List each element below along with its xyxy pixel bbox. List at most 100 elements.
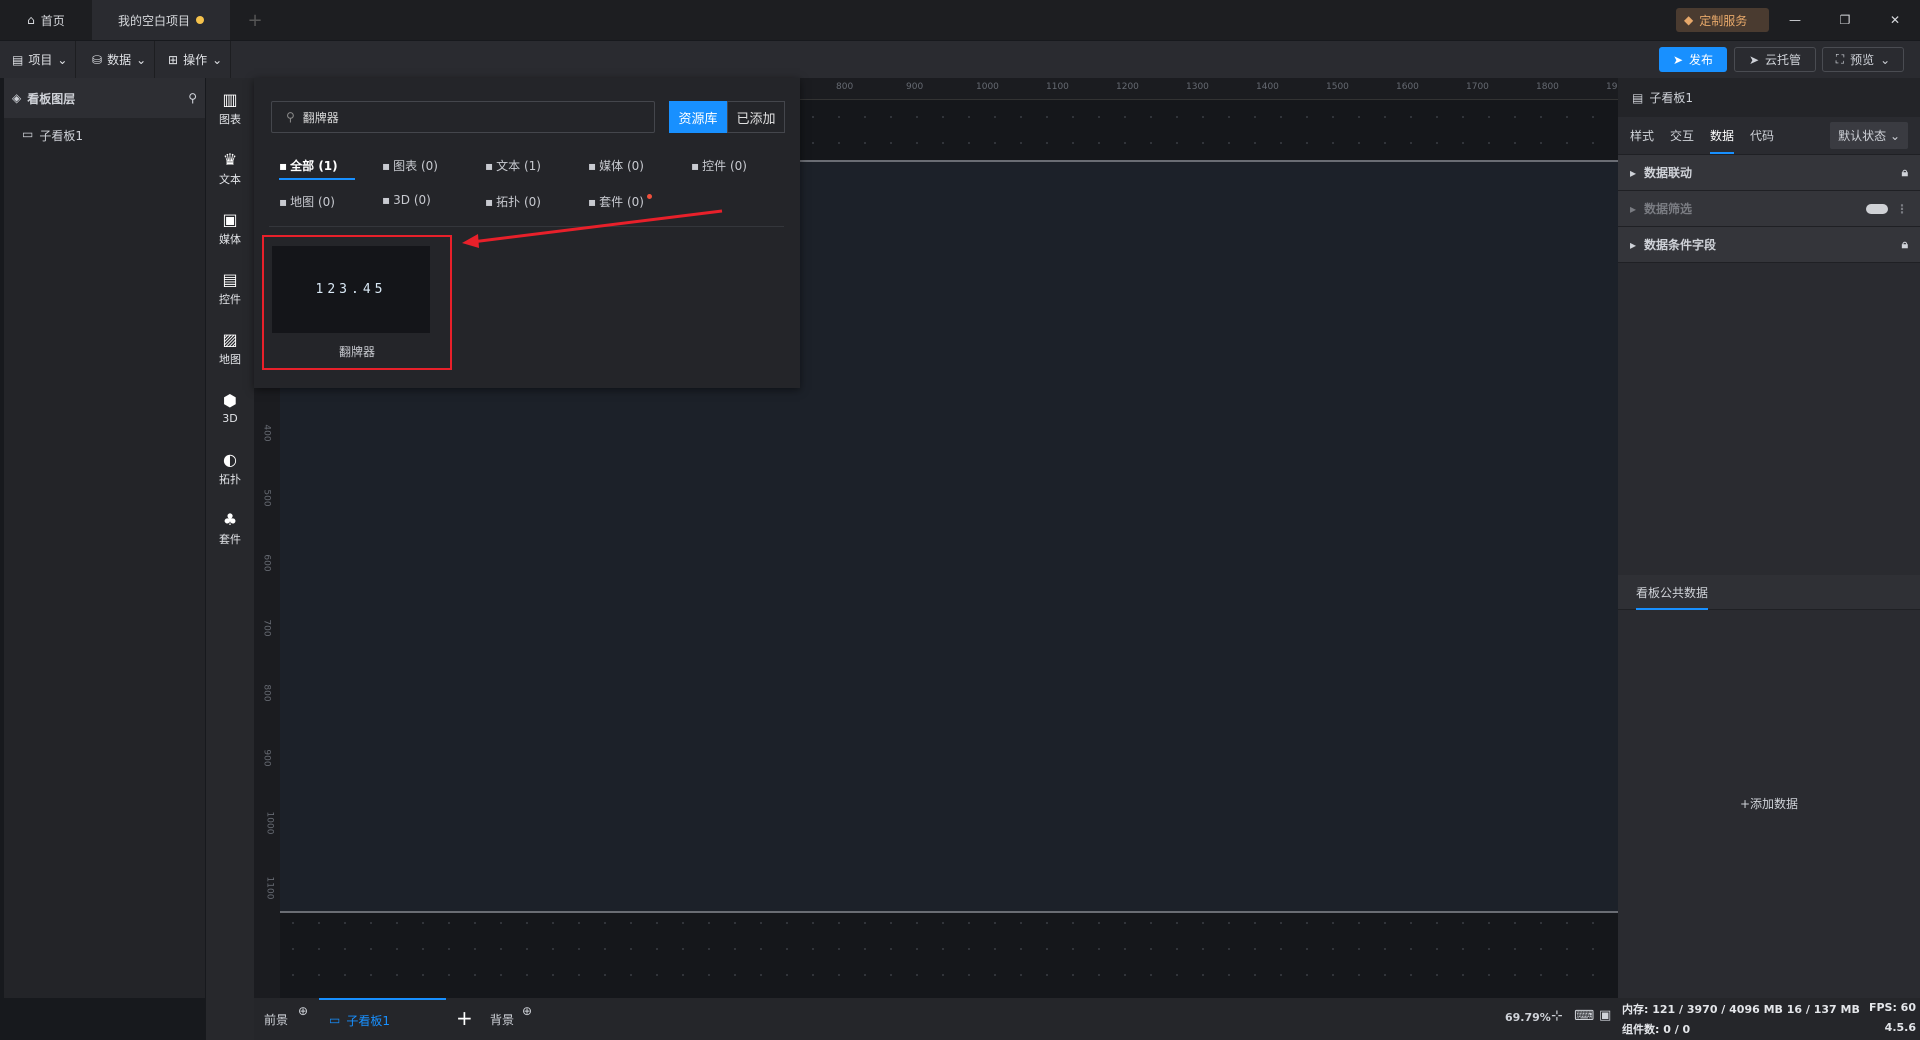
custom-service-button[interactable]: ◆ 定制服务 [1676, 8, 1769, 32]
zoom-level[interactable]: 69.79% [1505, 1011, 1551, 1024]
board-tab-label: 子看板1 [346, 1013, 390, 1028]
ruler-tick-label: 900 [906, 82, 924, 92]
cloud-host-button[interactable]: ➤ 云托管 [1734, 47, 1816, 72]
tab-home[interactable]: ⌂ 首页 [0, 0, 92, 40]
section-data-linkage[interactable]: ▸ 数据联动 🔒︎ [1618, 155, 1920, 191]
file-icon: ▤ [12, 52, 24, 67]
section-label: 数据条件字段 [1644, 238, 1717, 252]
add-background-icon[interactable]: ⊕ [522, 1004, 532, 1018]
preview-label: 预览 [1850, 53, 1875, 67]
send-icon: ➤ [1672, 52, 1684, 67]
close-button[interactable]: ✕ [1880, 0, 1910, 40]
ruler-tick-label: 1300 [1186, 82, 1209, 92]
category-icon: ▪ [588, 158, 597, 173]
component-count: 组件数: 0 / 0 [1622, 1023, 1691, 1036]
card-preview-value: 123.45 [315, 282, 387, 297]
version: 4.5.6 [1884, 1021, 1916, 1034]
caret-right-icon: ▸ [1630, 165, 1637, 180]
background-tab[interactable]: 背景 [490, 1011, 514, 1028]
resource-search-input[interactable]: ⚲ 翻牌器 [271, 101, 655, 133]
chevron-down-icon: ⌄ [1880, 52, 1891, 67]
component-strip: ▥ 图表 ♛ 文本 ▣ 媒体 ▤ 控件 ▨ 地图 ⬢ 3D ◐ 拓扑 ♣ 套件 [206, 78, 254, 1040]
tab-interaction[interactable]: 交互 [1670, 127, 1694, 144]
category-label: 地图 (0) [290, 195, 335, 209]
public-data-tab[interactable]: 看板公共数据 [1636, 584, 1709, 610]
card-name: 翻牌器 [338, 345, 375, 359]
restore-button[interactable]: ❐ [1830, 0, 1860, 40]
tab-style[interactable]: 样式 [1630, 127, 1654, 144]
publish-button[interactable]: ➤ 发布 [1659, 47, 1727, 72]
category-tab[interactable]: ▪ 文本 (1) [485, 157, 541, 174]
category-label: 3D (0) [393, 193, 431, 207]
section-label: 数据筛选 [1644, 202, 1693, 216]
layers-header: ◈ 看板图层 ⚲ [4, 78, 205, 118]
keyboard-icon[interactable]: ⌨ [1574, 1008, 1594, 1024]
operation-menu[interactable]: ⊞ 操作 ⌄ [160, 41, 232, 78]
ruler-tick-label: 1200 [1116, 82, 1139, 92]
strip-3d[interactable]: ⬢ 3D [206, 378, 254, 438]
card-thumbnail: 123.45 [272, 246, 430, 333]
project-menu[interactable]: ▤ 项目 ⌄ [4, 41, 77, 78]
lock-icon: 🔒︎ [1901, 237, 1908, 251]
section-condition-fields[interactable]: ▸ 数据条件字段 🔒︎ [1618, 227, 1920, 263]
data-menu[interactable]: ⛁ 数据 ⌄ [84, 41, 156, 78]
publish-label: 发布 [1689, 53, 1714, 67]
strip-label: 媒体 [219, 232, 241, 246]
minimize-button[interactable]: — [1780, 0, 1810, 40]
tab-data[interactable]: 数据 [1710, 117, 1735, 154]
add-foreground-icon[interactable]: ⊕ [298, 1004, 308, 1018]
search-icon[interactable]: ⚲ [188, 91, 197, 105]
foreground-tab[interactable]: 前景 [264, 1011, 288, 1028]
category-tab[interactable]: ▪ 媒体 (0) [588, 157, 644, 174]
add-data-button[interactable]: +添加数据 [1618, 795, 1920, 812]
category-tab[interactable]: ▪ 控件 (0) [691, 157, 747, 174]
crown-icon: ♛ [222, 149, 238, 169]
cloud-host-label: 云托管 [1765, 53, 1802, 67]
board-tab[interactable]: ▭ 子看板1 [319, 998, 446, 1040]
library-tab[interactable]: 资源库 [669, 101, 727, 133]
added-tab[interactable]: 已添加 [727, 101, 785, 133]
strip-media[interactable]: ▣ 媒体 [206, 198, 254, 258]
strip-kit[interactable]: ♣ 套件 [206, 498, 254, 558]
preview-button[interactable]: ⛶ 预览 ⌄ [1822, 47, 1904, 72]
ruler-tick-label: 1700 [1466, 82, 1489, 92]
map-icon: ▨ [222, 329, 238, 349]
home-icon: ⌂ [27, 13, 35, 27]
category-tab[interactable]: ▪ 全部 (1) [279, 157, 338, 174]
strip-label: 3D [222, 412, 238, 425]
category-tab[interactable]: ▪ 图表 (0) [382, 157, 438, 174]
ruler-tick-label: 700 [261, 619, 272, 637]
state-select[interactable]: 默认状态 ⌄ [1830, 122, 1908, 149]
caret-right-icon: ▸ [1630, 237, 1637, 252]
flip-counter-card[interactable]: 123.45 翻牌器 [262, 235, 452, 370]
properties-panel: ▤ 子看板1 样式 交互 数据 代码 默认状态 ⌄ ▸ 数据联动 🔒︎ ▸ 数据筛选 ⋮ … [1618, 78, 1920, 998]
strip-label: 拓扑 [219, 472, 241, 486]
ruler-tick-label: 500 [261, 489, 272, 507]
strip-text[interactable]: ♛ 文本 [206, 138, 254, 198]
more-icon[interactable]: ⋮ [1896, 202, 1908, 216]
tab-project[interactable]: 我的空白项目 [92, 0, 230, 40]
category-tab[interactable]: ▪ 地图 (0) [279, 193, 335, 210]
section-data-filter[interactable]: ▸ 数据筛选 ⋮ [1618, 191, 1920, 227]
ruler-tick-label: 1100 [264, 876, 275, 900]
terminal-icon[interactable]: ▣ [1599, 1008, 1611, 1023]
add-tab-button[interactable]: + [240, 0, 270, 40]
state-select-value: 默认状态 [1838, 129, 1887, 143]
shirt-icon: ♣ [222, 509, 238, 529]
strip-map[interactable]: ▨ 地图 [206, 318, 254, 378]
strip-control[interactable]: ▤ 控件 [206, 258, 254, 318]
ruler-tick-label: 1000 [976, 82, 999, 92]
strip-topology[interactable]: ◐ 拓扑 [206, 438, 254, 498]
properties-title: 子看板1 [1649, 91, 1693, 105]
filter-toggle[interactable] [1866, 203, 1888, 214]
category-tab[interactable]: ▪ 3D (0) [382, 193, 431, 207]
strip-label: 控件 [219, 292, 241, 306]
search-value: 翻牌器 [302, 110, 339, 125]
add-board-button[interactable]: + [456, 1006, 473, 1030]
tab-code[interactable]: 代码 [1750, 127, 1774, 144]
strip-chart[interactable]: ▥ 图表 [206, 78, 254, 138]
layer-item[interactable]: ▭ 子看板1 [4, 118, 205, 153]
fit-screen-icon[interactable]: ⊹ [1551, 1008, 1563, 1024]
topology-icon: ◐ [223, 449, 237, 469]
strip-label: 地图 [219, 352, 241, 366]
